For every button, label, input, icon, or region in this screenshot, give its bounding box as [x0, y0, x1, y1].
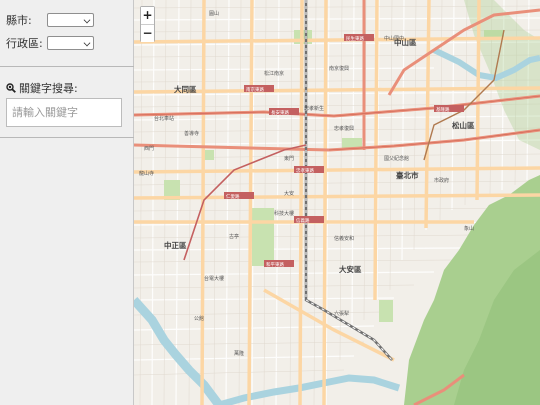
svg-text:忠孝復興: 忠孝復興: [334, 125, 354, 132]
svg-text:信義安和: 信義安和: [334, 235, 354, 242]
svg-text:東門: 東門: [284, 155, 294, 162]
svg-text:南京復興: 南京復興: [329, 65, 349, 72]
search-label: 關鍵字搜尋:: [6, 80, 78, 96]
district-label-taipei: 臺北市: [396, 170, 419, 180]
sidebar: 縣市: 行政區: 關鍵字搜尋:: [0, 0, 134, 405]
chevron-down-icon: [83, 39, 91, 47]
svg-text:六張犁: 六張犁: [334, 310, 349, 317]
city-label: 縣市:: [6, 14, 32, 27]
svg-text:台電大樓: 台電大樓: [204, 275, 224, 282]
svg-text:信義路: 信義路: [296, 217, 310, 224]
svg-text:萬隆: 萬隆: [234, 350, 244, 357]
chevron-down-icon: [83, 16, 91, 24]
svg-text:民生東路: 民生東路: [346, 35, 364, 42]
svg-text:圓山: 圓山: [209, 10, 219, 17]
zoom-in-button[interactable]: +: [141, 7, 154, 24]
svg-text:善導寺: 善導寺: [184, 130, 199, 137]
svg-text:古亭: 古亭: [229, 233, 239, 240]
park: [252, 208, 274, 266]
svg-text:科技大樓: 科技大樓: [274, 210, 294, 217]
district-label-songshan: 松山區: [452, 120, 475, 130]
search-label-text: 關鍵字搜尋:: [19, 82, 78, 95]
svg-text:西門: 西門: [144, 146, 154, 152]
svg-text:南京東路: 南京東路: [246, 86, 264, 93]
svg-text:和平東路: 和平東路: [266, 261, 284, 268]
map-tiles[interactable]: 中山區 中正區 大安區 松山區 臺北市 大同區 圓山 松江南京 忠孝新生 東門 …: [134, 0, 540, 405]
district-label-zhongzheng: 中正區: [164, 240, 187, 250]
svg-text:松江南京: 松江南京: [264, 70, 284, 77]
magnifier-icon: [6, 83, 16, 93]
divider: [0, 137, 134, 138]
divider: [0, 66, 134, 67]
zoom-control: + −: [140, 6, 155, 42]
svg-text:中山國中: 中山國中: [384, 35, 404, 42]
city-select[interactable]: [47, 13, 94, 27]
svg-text:國父紀念館: 國父紀念館: [384, 155, 409, 162]
svg-text:象山: 象山: [464, 225, 474, 232]
svg-text:忠孝新生: 忠孝新生: [304, 105, 324, 112]
city-row: 縣市:: [6, 12, 46, 28]
district-row: 行政區:: [6, 35, 46, 51]
svg-text:基隆路: 基隆路: [436, 106, 450, 113]
park: [379, 300, 393, 322]
svg-text:龍山寺: 龍山寺: [139, 170, 154, 177]
district-select[interactable]: [47, 36, 94, 50]
svg-text:市政府: 市政府: [434, 177, 449, 184]
zoom-out-button[interactable]: −: [141, 25, 154, 42]
svg-text:忠孝東路: 忠孝東路: [296, 167, 314, 174]
district-label-daan: 大安區: [339, 264, 362, 274]
svg-text:台北車站: 台北車站: [154, 115, 174, 122]
svg-text:公館: 公館: [194, 315, 204, 322]
district-label-datong: 大同區: [174, 84, 197, 94]
map-view[interactable]: 中山區 中正區 大安區 松山區 臺北市 大同區 圓山 松江南京 忠孝新生 東門 …: [134, 0, 540, 405]
svg-text:大安: 大安: [284, 190, 294, 197]
keyword-search-input[interactable]: [6, 98, 122, 127]
svg-text:仁愛路: 仁愛路: [226, 193, 240, 200]
svg-text:長安東路: 長安東路: [271, 109, 289, 116]
district-label: 行政區:: [6, 37, 43, 50]
